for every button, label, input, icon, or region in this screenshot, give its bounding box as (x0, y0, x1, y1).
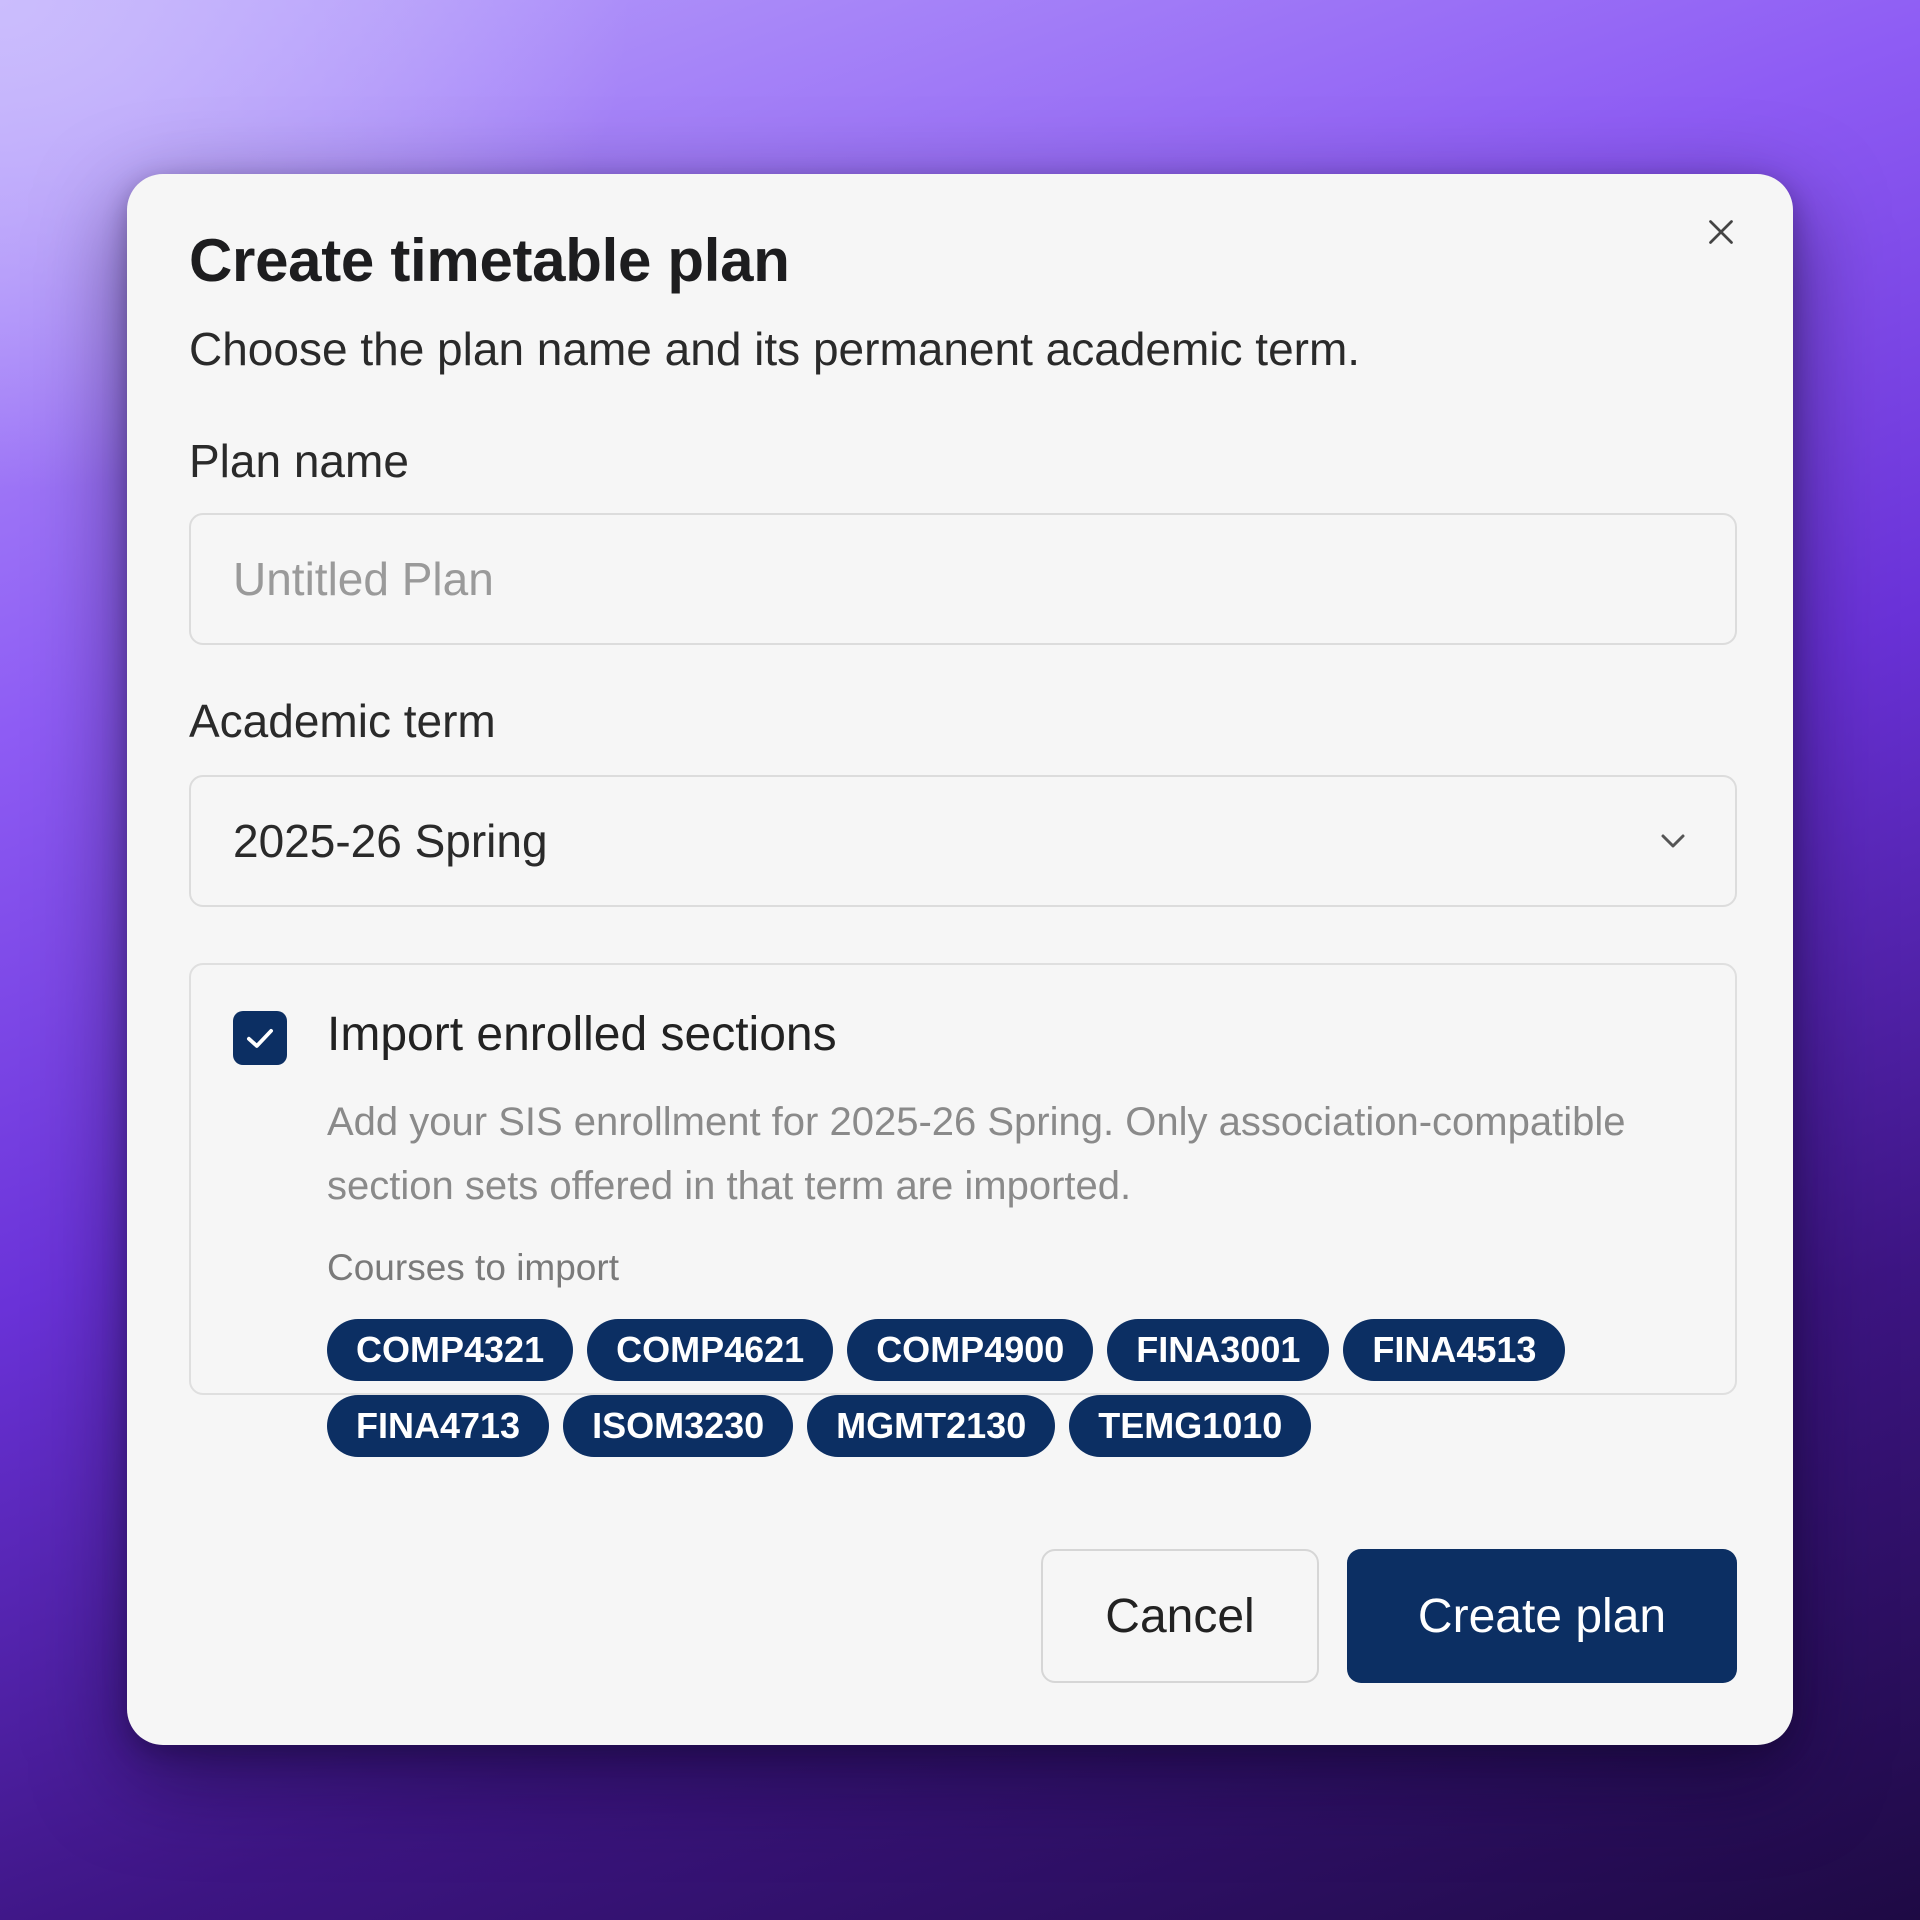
import-sections-panel: Import enrolled sections Add your SIS en… (189, 963, 1737, 1457)
dialog-subtitle: Choose the plan name and its permanent a… (189, 323, 1361, 375)
plan-name-label: Plan name (189, 435, 409, 487)
course-chip: COMP4321 (327, 1319, 574, 1381)
course-chip: ISOM3230 (563, 1395, 794, 1457)
close-button[interactable] (1695, 206, 1747, 258)
course-chip: MGMT2130 (807, 1395, 1056, 1457)
import-enrolled-checkbox[interactable] (233, 1011, 287, 1065)
import-enrolled-label[interactable]: Import enrolled sections (327, 1007, 837, 1062)
course-chip: FINA4513 (1343, 1319, 1566, 1381)
academic-term-label: Academic term (189, 695, 496, 747)
course-chip: COMP4621 (587, 1319, 834, 1381)
plan-name-input[interactable] (189, 513, 1737, 645)
dialog-title: Create timetable plan (189, 227, 790, 294)
course-chip-row: COMP4321 COMP4621 COMP4900 FINA3001 FINA… (327, 1319, 1627, 1381)
academic-term-select[interactable]: 2025-26 Spring (189, 775, 1737, 907)
course-chip: TEMG1010 (1069, 1395, 1312, 1457)
create-plan-dialog: Create timetable plan Choose the plan na… (127, 174, 1793, 1745)
courses-to-import-label: Courses to import (327, 1247, 619, 1288)
course-chip: FINA3001 (1107, 1319, 1330, 1381)
close-icon (1709, 220, 1733, 244)
course-chip-list: COMP4321 COMP4621 COMP4900 FINA3001 FINA… (327, 1319, 1627, 1471)
create-plan-button[interactable]: Create plan (1347, 1549, 1737, 1683)
chevron-down-icon (1661, 834, 1685, 848)
academic-term-value: 2025-26 Spring (233, 815, 548, 867)
course-chip: COMP4900 (847, 1319, 1094, 1381)
course-chip-row: FINA4713 ISOM3230 MGMT2130 TEMG1010 (327, 1395, 1627, 1457)
course-chip: FINA4713 (327, 1395, 550, 1457)
import-help-text: Add your SIS enrollment for 2025-26 Spri… (327, 1100, 1626, 1208)
cancel-button[interactable]: Cancel (1041, 1549, 1319, 1683)
check-icon (247, 1028, 273, 1048)
